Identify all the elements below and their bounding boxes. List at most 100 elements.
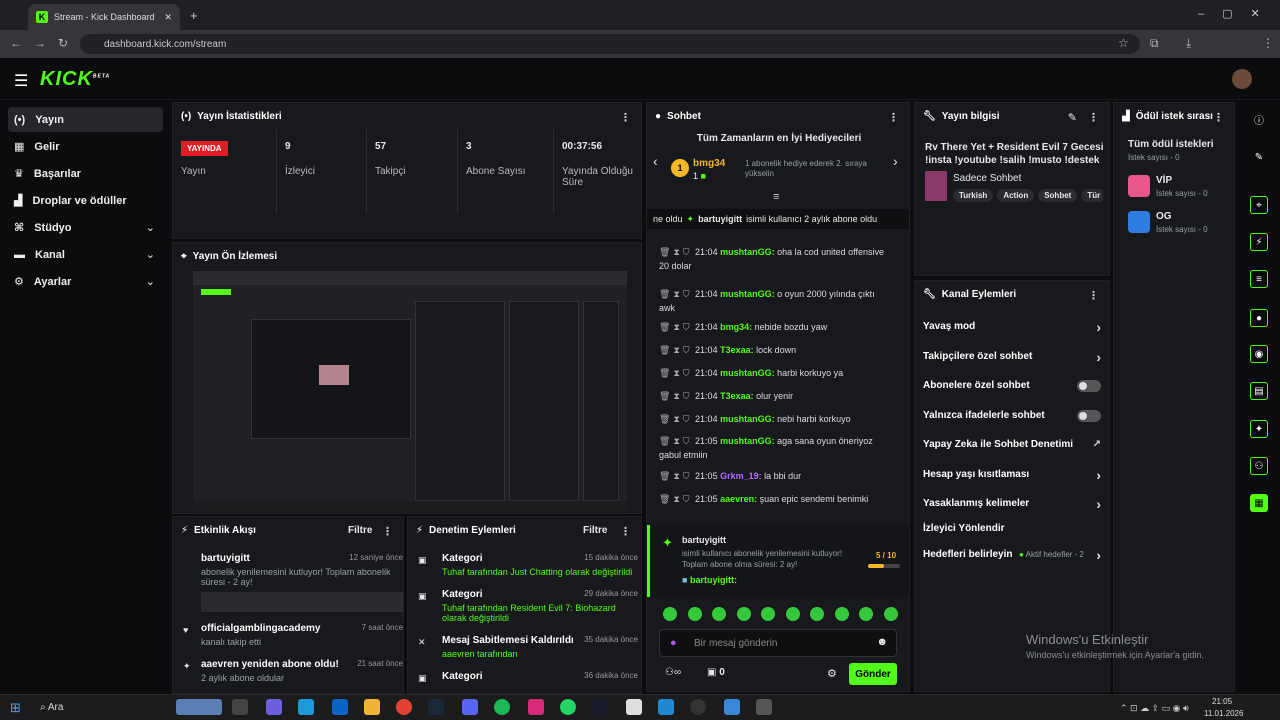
stream-tag[interactable]: Sohbet	[1038, 189, 1078, 202]
emote-icon[interactable]	[761, 607, 775, 621]
sidebar-item-droplar[interactable]: ▟ Droplar ve ödüller	[8, 188, 163, 213]
more-icon[interactable]: ⋮	[620, 111, 631, 124]
chat-username[interactable]: mushtanGG:	[720, 289, 775, 299]
new-tab-icon[interactable]: +	[190, 8, 198, 23]
back-icon[interactable]: ←	[10, 36, 22, 50]
ban-icon[interactable]: ⛉	[683, 289, 690, 299]
emote-icon[interactable]	[663, 607, 677, 621]
moderation-filter-button[interactable]: Filtre	[583, 525, 607, 536]
ban-icon[interactable]: ⛉	[683, 494, 690, 504]
points-icon[interactable]: ⚇∞	[665, 667, 681, 678]
activity-filter-button[interactable]: Filtre	[348, 525, 372, 536]
taskbar-search[interactable]: ⌕ Ara	[40, 702, 63, 713]
chat-username[interactable]: Grkm_19:	[720, 471, 762, 481]
emote-icon[interactable]	[834, 607, 849, 621]
sidebar-item-gelir[interactable]: ▦ Gelir	[8, 134, 163, 159]
chevron-right-icon[interactable]: ›	[1096, 319, 1101, 335]
obs-icon[interactable]	[690, 699, 706, 715]
wrench-icon[interactable]: ✦	[1250, 420, 1268, 438]
edit-icon[interactable]: ✎	[1068, 111, 1077, 124]
timeout-icon[interactable]: ⧗	[673, 345, 679, 355]
more-icon[interactable]: ⋮	[382, 525, 393, 538]
chat-username[interactable]: T3exaa:	[720, 345, 754, 355]
ban-icon[interactable]: ⛉	[683, 391, 690, 401]
timeout-icon[interactable]: ⧗	[673, 471, 679, 481]
ban-icon[interactable]: ⛉	[683, 414, 690, 424]
more-icon[interactable]: ⋮	[1213, 111, 1224, 124]
timeout-icon[interactable]: ⧗	[673, 322, 679, 332]
timeout-icon[interactable]: ⧗	[673, 391, 679, 401]
sidebar-item-basarilar[interactable]: ♛ Başarılar	[8, 161, 163, 186]
window-controls[interactable]: –▢✕	[1198, 7, 1278, 20]
toggle-switch[interactable]	[1077, 409, 1101, 422]
delete-icon[interactable]: 🗑︎	[659, 247, 670, 257]
chat-settings-icon[interactable]: ⚙	[827, 667, 837, 680]
emote-icon[interactable]	[712, 607, 726, 621]
emote-icon[interactable]	[883, 607, 898, 621]
windows-start-icon[interactable]: ⊞	[10, 700, 21, 716]
channel-action-7[interactable]: Yasaklanmış kelimeler ›	[923, 496, 1105, 512]
channel-action-3[interactable]: Abonelere özel sohbet	[923, 379, 1105, 392]
avatar[interactable]	[1232, 69, 1252, 89]
explorer-icon[interactable]	[364, 699, 380, 715]
chat-username[interactable]: mushtanGG:	[720, 414, 775, 424]
delete-icon[interactable]: 🗑︎	[659, 289, 670, 299]
app-icon[interactable]	[724, 699, 740, 715]
more-icon[interactable]: ⋮	[620, 525, 631, 538]
sidebar-item-yayin[interactable]: (•) Yayın	[8, 107, 163, 132]
chrome-icon[interactable]	[396, 699, 412, 715]
preview-video[interactable]	[193, 271, 627, 513]
whatsapp-icon[interactable]	[560, 699, 576, 715]
stream-tag[interactable]: Action	[997, 189, 1035, 202]
clapper-icon[interactable]: ▦	[1250, 494, 1268, 512]
sidebar-item-ayarlar[interactable]: ⚙ Ayarlar ⌄	[8, 269, 163, 294]
task-view-icon[interactable]	[232, 699, 248, 715]
reward-name[interactable]: VİP	[1156, 175, 1172, 186]
chat-bubble-icon[interactable]: ●	[1250, 309, 1268, 327]
emoji-icon[interactable]: ☻	[876, 636, 888, 648]
all-rewards-title[interactable]: Tüm ödül istekleri	[1128, 139, 1214, 150]
channel-action-4[interactable]: Yalnızca ifadelerle sohbet	[923, 409, 1105, 422]
bookmark-star-icon[interactable]: ☆	[1118, 36, 1129, 50]
info-icon[interactable]: ⓘ	[1250, 110, 1268, 128]
chevron-right-icon[interactable]: ›	[1096, 349, 1101, 365]
reload-icon[interactable]: ↻	[58, 36, 68, 50]
download-icon[interactable]: ⤓	[1186, 36, 1191, 51]
edge-icon[interactable]	[298, 699, 314, 715]
delete-icon[interactable]: 🗑︎	[659, 471, 670, 481]
reward-name[interactable]: OG	[1156, 211, 1172, 222]
vscode-icon[interactable]	[658, 699, 674, 715]
chat-username[interactable]: mushtanGG:	[720, 247, 775, 257]
app-icon[interactable]	[756, 699, 772, 715]
system-tray-icons[interactable]: ⌃ ⊡ ☁ ⇪ ▭ ◉ 🔊︎	[1120, 703, 1189, 714]
chevron-right-icon[interactable]: ›	[893, 153, 898, 169]
mic-icon[interactable]: ●	[670, 637, 677, 649]
timeout-icon[interactable]: ⧗	[673, 436, 679, 446]
ban-icon[interactable]: ⛉	[683, 322, 690, 332]
more-icon[interactable]: ⋮	[888, 111, 899, 124]
notepad-icon[interactable]	[626, 699, 642, 715]
chat-input[interactable]: ● Bir mesaj gönderin ☻	[659, 629, 897, 657]
more-icon[interactable]: ⋮	[1088, 289, 1099, 302]
chevron-right-icon[interactable]: ›	[1096, 547, 1101, 563]
hamburger-icon[interactable]: ☰	[14, 71, 28, 91]
sidebar-item-kanal[interactable]: ▬ Kanal ⌄	[8, 242, 163, 267]
extensions-icon[interactable]: ⧉	[1150, 36, 1159, 51]
timeout-icon[interactable]: ⧗	[673, 289, 679, 299]
chat-username[interactable]: aaevren:	[720, 494, 757, 504]
stream-tag[interactable]: Turkish	[953, 189, 994, 202]
layout-icon[interactable]: ▤	[1250, 382, 1268, 400]
chat-username[interactable]: mushtanGG:	[720, 368, 775, 378]
instagram-icon[interactable]	[528, 699, 544, 715]
send-button[interactable]: Gönder	[849, 663, 897, 685]
delete-icon[interactable]: 🗑︎	[659, 391, 670, 401]
outlook-icon[interactable]	[332, 699, 348, 715]
channel-action-5[interactable]: Yapay Zeka ile Sohbet Denetimi ↗	[923, 439, 1105, 450]
bolt-icon[interactable]: ⚡	[1250, 233, 1268, 251]
toggle-switch[interactable]	[1077, 379, 1101, 392]
edit-icon[interactable]: ✎	[1250, 148, 1268, 166]
app-icon[interactable]	[592, 699, 608, 715]
ban-icon[interactable]: ⛉	[683, 436, 690, 446]
emote-icon[interactable]	[859, 607, 873, 621]
channel-action-6[interactable]: Hesap yaşı kısıtlaması ›	[923, 467, 1105, 483]
